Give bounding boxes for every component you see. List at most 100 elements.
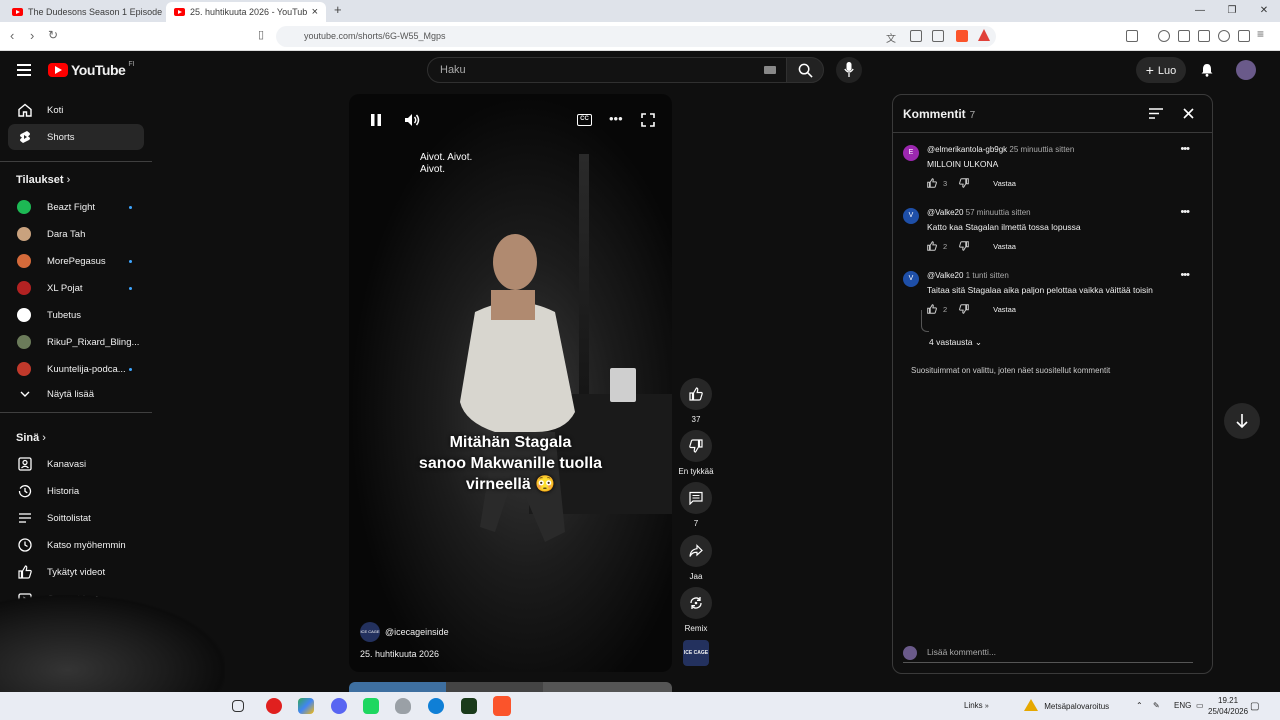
play-app-icon[interactable] xyxy=(461,698,477,714)
fullscreen-icon[interactable] xyxy=(641,113,655,127)
maximize-button[interactable]: ❐ xyxy=(1216,0,1248,22)
vpn-icon[interactable] xyxy=(1238,30,1250,42)
like-button[interactable] xyxy=(680,378,712,410)
reading-list-icon[interactable] xyxy=(1178,30,1190,42)
opera-icon[interactable] xyxy=(266,698,282,714)
close-icon[interactable] xyxy=(1183,108,1194,119)
sound-channel-thumbnail[interactable]: ICE CAGE xyxy=(683,640,709,666)
weather-alert[interactable]: Metsäpalovaroitus xyxy=(1024,699,1109,711)
share-page-icon[interactable] xyxy=(932,30,944,42)
channel-avatar[interactable]: ICE CAGE xyxy=(360,622,380,642)
search-button[interactable] xyxy=(786,57,824,83)
close-window-button[interactable]: ✕ xyxy=(1248,0,1280,22)
comment-time[interactable]: 1 tunti sitten xyxy=(966,271,1009,280)
bookmark-icon[interactable]: ▯ xyxy=(258,28,264,41)
share-action[interactable]: Jaa xyxy=(680,535,712,581)
sidebar-subscription-item[interactable]: Beazt Fight xyxy=(8,194,144,220)
sidebar-item-playlists[interactable]: Soittolistat xyxy=(8,505,144,531)
comment-more-icon[interactable]: ••• xyxy=(1180,269,1190,281)
remix-button[interactable] xyxy=(680,587,712,619)
sidebar-subscription-item[interactable]: Dara Tah xyxy=(8,221,144,247)
thumbs-down-icon[interactable] xyxy=(959,304,969,314)
browser-tab-dudesons[interactable]: The Dudesons Season 1 Episode 8 "In xyxy=(4,2,162,22)
comment-author[interactable]: @Valke20 xyxy=(927,208,963,217)
close-tab-icon[interactable]: × xyxy=(312,6,318,18)
minimize-button[interactable]: — xyxy=(1184,0,1216,22)
view-replies-button[interactable]: 4 vastausta ⌄ xyxy=(929,337,982,348)
sidebar-item-home[interactable]: Koti xyxy=(8,97,144,123)
brave-shields-icon[interactable] xyxy=(956,30,968,42)
sidebar-subscription-item[interactable]: MorePegasus xyxy=(8,248,144,274)
thumbs-down-icon[interactable] xyxy=(959,178,969,188)
comment-more-icon[interactable]: ••• xyxy=(1180,206,1190,218)
volume-icon[interactable] xyxy=(404,113,421,127)
wallet-icon[interactable] xyxy=(1198,30,1210,42)
next-video-button[interactable] xyxy=(1224,403,1260,439)
thumbs-down-icon[interactable] xyxy=(959,241,969,251)
keyboard-icon[interactable] xyxy=(764,66,776,74)
notifications-center-icon[interactable]: ▢ xyxy=(1250,701,1259,712)
youtube-logo[interactable]: YouTube FI xyxy=(48,61,135,78)
sidebar-item-liked[interactable]: Tykätyt videot xyxy=(8,559,144,585)
brave-icon[interactable] xyxy=(493,696,511,716)
commenter-avatar[interactable]: V xyxy=(903,271,919,287)
pause-icon[interactable] xyxy=(369,113,383,127)
comment-more-icon[interactable]: ••• xyxy=(1180,143,1190,155)
channel-handle[interactable]: @icecageinside xyxy=(385,627,449,637)
thumbs-up-icon[interactable] xyxy=(927,241,937,251)
hamburger-menu-icon[interactable] xyxy=(17,64,31,76)
reply-button[interactable]: Vastaa xyxy=(993,305,1016,314)
comment-author[interactable]: @Valke20 xyxy=(927,271,963,280)
sidebar-item-history[interactable]: Historia xyxy=(8,478,144,504)
new-tab-button[interactable]: + xyxy=(334,2,342,17)
sidebar-item-shorts[interactable]: Shorts xyxy=(8,124,144,150)
edge-icon[interactable] xyxy=(428,698,444,714)
discord-icon[interactable] xyxy=(331,698,347,714)
create-button[interactable]: + Luo xyxy=(1136,57,1186,83)
comments-action[interactable]: 7 xyxy=(680,482,712,528)
language-indicator[interactable]: ENG xyxy=(1174,701,1191,710)
sidebar-toggle-icon[interactable] xyxy=(1126,30,1138,42)
browser-tab-shorts[interactable]: 25. huhtikuuta 2026 - YouTube × xyxy=(166,2,326,22)
more-options-icon[interactable]: ••• xyxy=(609,111,623,126)
share-button[interactable] xyxy=(680,535,712,567)
video-title-date[interactable]: 25. huhtikuuta 2026 xyxy=(360,649,439,659)
like-action[interactable]: 37 xyxy=(680,378,712,424)
translate-icon[interactable]: 文 xyxy=(886,30,896,45)
forward-icon[interactable]: › xyxy=(30,28,34,43)
brave-rewards-icon[interactable] xyxy=(978,29,990,41)
sort-icon[interactable] xyxy=(1149,108,1163,119)
reply-button[interactable]: Vastaa xyxy=(993,242,1016,251)
account-avatar[interactable] xyxy=(1236,60,1256,80)
channel-info[interactable]: ICE CAGE @icecageinside xyxy=(360,622,449,642)
back-icon[interactable]: ‹ xyxy=(10,28,14,43)
commenter-avatar[interactable]: V xyxy=(903,208,919,224)
media-icon[interactable] xyxy=(1158,30,1170,42)
reload-icon[interactable]: ↻ xyxy=(48,28,58,42)
menu-icon[interactable]: ≡ xyxy=(1257,27,1264,41)
sidebar-subscription-item[interactable]: RikuP_Rixard_Bling... xyxy=(8,329,144,355)
dislike-action[interactable]: En tykkää xyxy=(678,430,714,476)
dislike-button[interactable] xyxy=(680,430,712,462)
network-icon[interactable]: ▭ xyxy=(1196,701,1204,710)
leo-icon[interactable] xyxy=(1218,30,1230,42)
task-view-icon[interactable] xyxy=(232,700,244,712)
thumbs-up-icon[interactable] xyxy=(927,178,937,188)
tray-chevron-icon[interactable]: ⌃ xyxy=(1136,701,1143,710)
clock[interactable]: 19.21 25/04/2026 xyxy=(1208,695,1248,717)
you-heading[interactable]: Sinä › xyxy=(16,432,46,444)
sidebar-subscription-item[interactable]: Tubetus xyxy=(8,302,144,328)
comments-button[interactable] xyxy=(680,482,712,514)
show-more-button[interactable]: Näytä lisää xyxy=(8,381,144,407)
sidebar-subscription-item[interactable]: Kuuntelija-podca... xyxy=(8,356,144,382)
commenter-avatar[interactable]: E xyxy=(903,145,919,161)
comment-time[interactable]: 25 minuuttia sitten xyxy=(1009,145,1074,154)
cast-icon[interactable] xyxy=(910,30,922,42)
reply-button[interactable]: Vastaa xyxy=(993,179,1016,188)
shield-app-icon[interactable] xyxy=(395,698,411,714)
app-green-icon[interactable] xyxy=(363,698,379,714)
sidebar-subscription-item[interactable]: XL Pojat xyxy=(8,275,144,301)
links-toolbar[interactable]: Links » xyxy=(964,701,989,710)
comment-author[interactable]: @elmerikantola-gb9gk xyxy=(927,145,1007,154)
sidebar-item-channel[interactable]: Kanavasi xyxy=(8,451,144,477)
